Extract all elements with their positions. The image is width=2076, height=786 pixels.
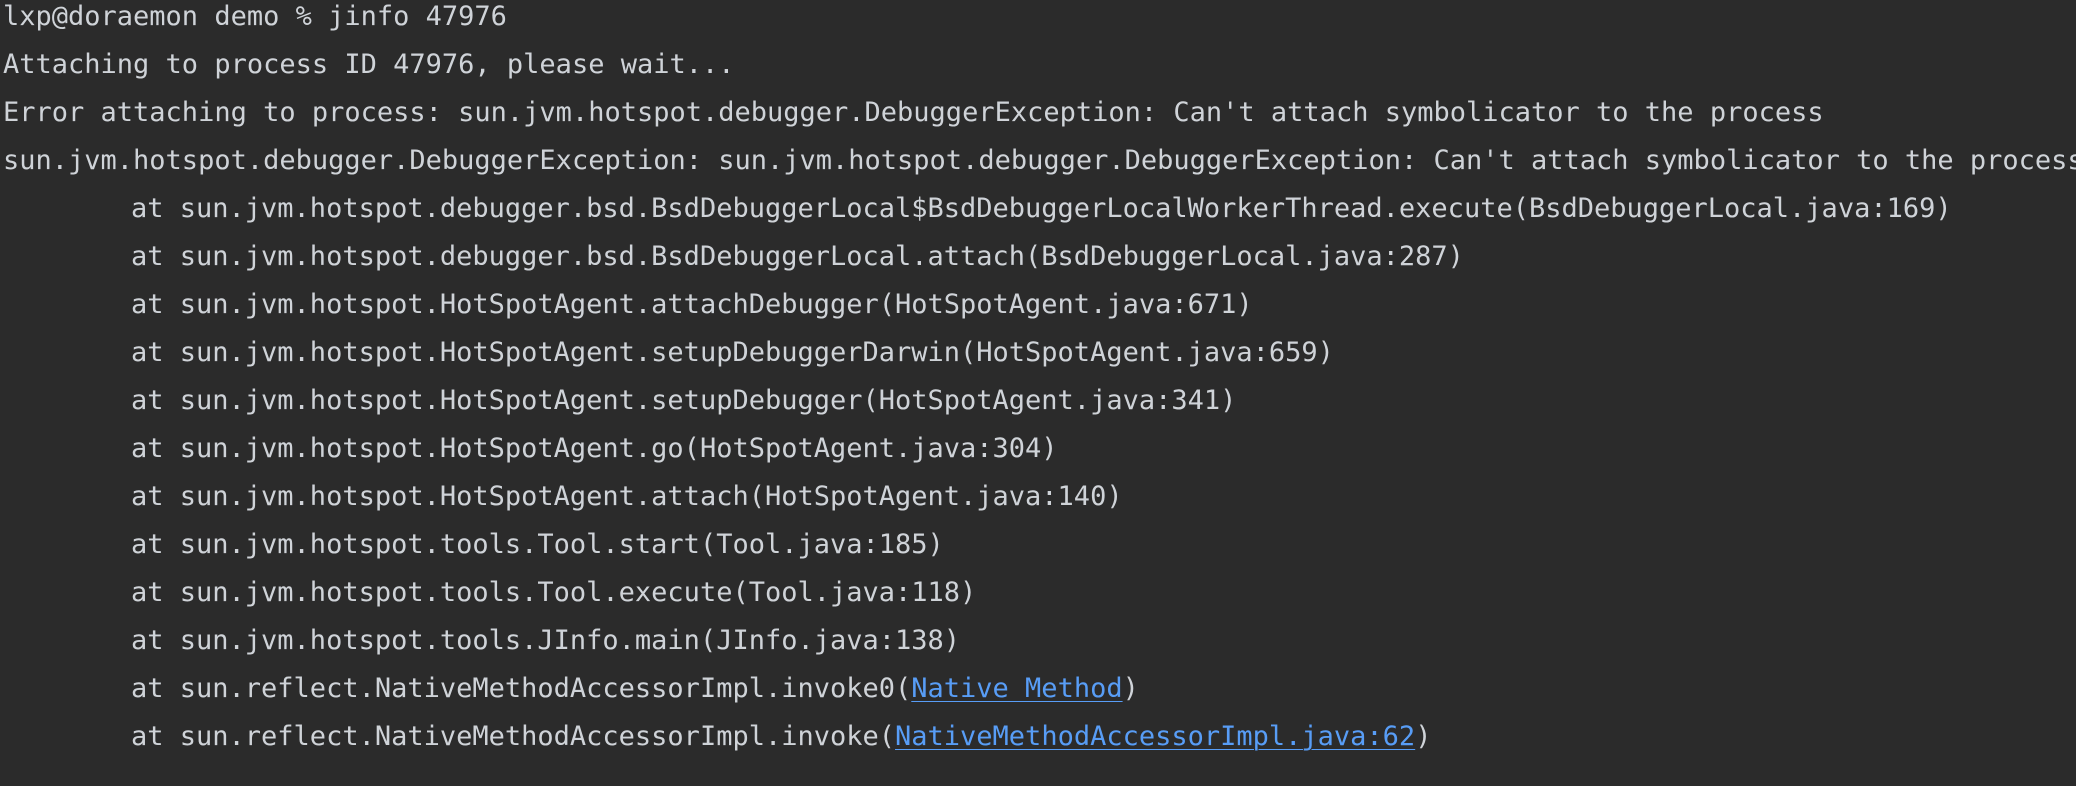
- stack-frame: at sun.jvm.hotspot.HotSpotAgent.setupDeb…: [131, 337, 1334, 368]
- stack-frame-prefix: at sun.reflect.NativeMethodAccessorImpl.…: [131, 673, 912, 704]
- stack-frame: at sun.jvm.hotspot.tools.Tool.execute(To…: [131, 577, 977, 608]
- stack-frame: at sun.jvm.hotspot.HotSpotAgent.go(HotSp…: [131, 433, 1058, 464]
- output-line-error: Error attaching to process: sun.jvm.hots…: [3, 97, 1824, 128]
- terminal-output[interactable]: lxp@doraemon demo % jinfo 47976 Attachin…: [0, 0, 2076, 779]
- stack-frame-native: at sun.reflect.NativeMethodAccessorImpl.…: [3, 665, 2076, 713]
- output-line-exception: sun.jvm.hotspot.debugger.DebuggerExcepti…: [3, 145, 2076, 176]
- stack-frame: at sun.jvm.hotspot.tools.Tool.start(Tool…: [131, 529, 944, 560]
- stack-frame-source: at sun.reflect.NativeMethodAccessorImpl.…: [3, 713, 2076, 761]
- stack-frame: at sun.jvm.hotspot.HotSpotAgent.attachDe…: [131, 289, 1253, 320]
- stack-frame-suffix: ): [1415, 721, 1432, 752]
- stack-frame: at sun.jvm.hotspot.HotSpotAgent.attach(H…: [131, 481, 1123, 512]
- native-method-link[interactable]: Native Method: [911, 673, 1122, 704]
- prompt-line: lxp@doraemon demo % jinfo 47976: [3, 1, 507, 32]
- source-file-link[interactable]: NativeMethodAccessorImpl.java:62: [895, 721, 1415, 752]
- stack-frame: at sun.jvm.hotspot.debugger.bsd.BsdDebug…: [131, 193, 1952, 224]
- stack-frame: at sun.jvm.hotspot.tools.JInfo.main(JInf…: [131, 625, 961, 656]
- stack-frame: at sun.jvm.hotspot.HotSpotAgent.setupDeb…: [131, 385, 1237, 416]
- output-line-attaching: Attaching to process ID 47976, please wa…: [3, 49, 735, 80]
- stack-frame: at sun.jvm.hotspot.debugger.bsd.BsdDebug…: [131, 241, 1464, 272]
- stack-frame-suffix: ): [1122, 673, 1139, 704]
- stack-frame-prefix: at sun.reflect.NativeMethodAccessorImpl.…: [131, 721, 896, 752]
